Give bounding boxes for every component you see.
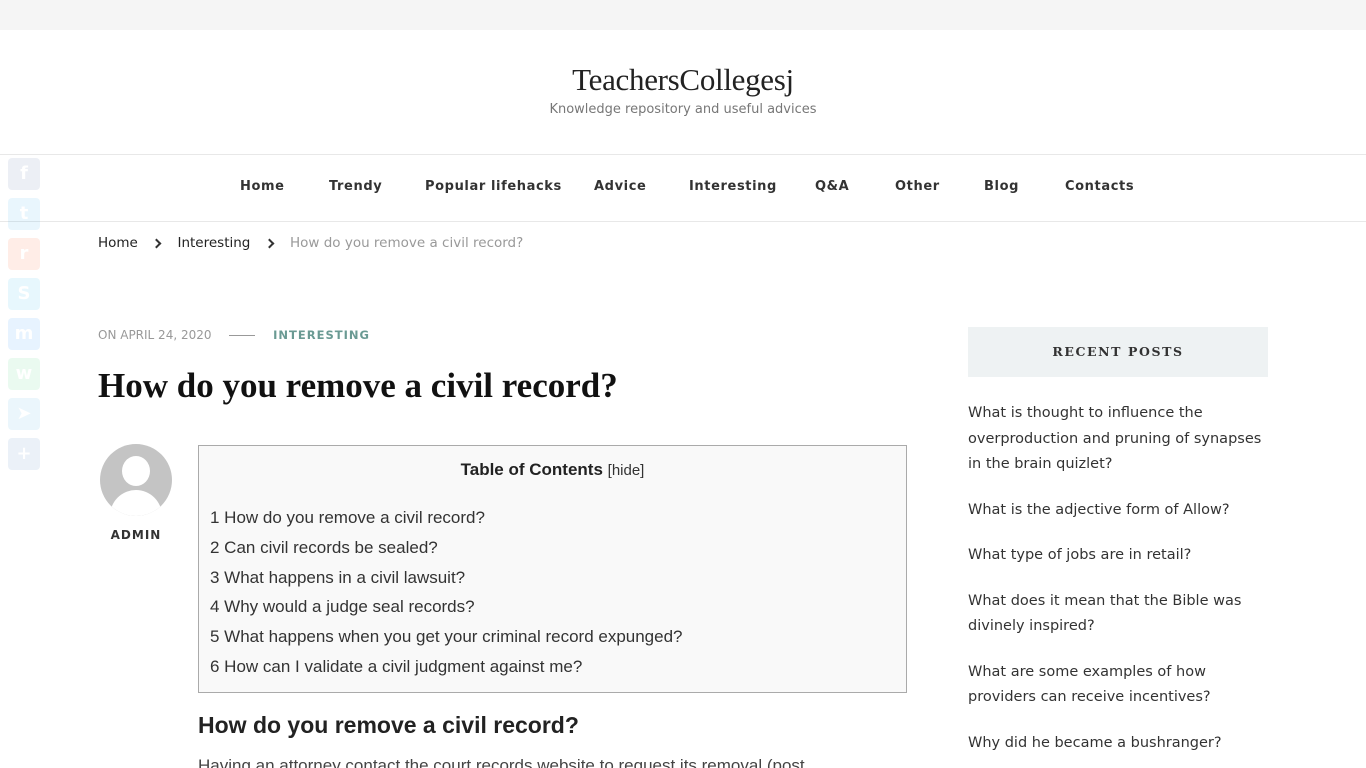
recent-post-link[interactable]: Why did he became a bushranger? — [968, 731, 1273, 757]
site-tagline: Knowledge repository and useful advices — [549, 102, 817, 117]
toc-item[interactable]: 4 Why would a judge seal records? — [210, 595, 683, 625]
toc-item[interactable]: 5 What happens when you get your crimina… — [210, 625, 683, 655]
author-name[interactable]: ADMIN — [98, 528, 174, 542]
recent-post-link[interactable]: What does it mean that the Bible was div… — [968, 589, 1273, 640]
nav-item-home[interactable]: Home — [240, 179, 285, 194]
toc-item[interactable]: 2 Can civil records be sealed? — [210, 536, 683, 566]
nav-item-popular-lifehacks[interactable]: Popular lifehacks — [425, 179, 562, 194]
meta-divider — [229, 335, 256, 336]
top-bar — [0, 0, 1366, 30]
chevron-right-icon — [151, 238, 162, 248]
whatsapp-icon[interactable]: w — [8, 358, 40, 390]
avatar[interactable] — [100, 444, 172, 516]
post-date: ON APRIL 24, 2020 — [98, 328, 212, 342]
breadcrumb-home[interactable]: Home — [98, 235, 138, 251]
nav-item-contacts[interactable]: Contacts — [1065, 179, 1134, 194]
toc-title: Table of Contents — [460, 460, 603, 479]
toc-list: 1 How do you remove a civil record? 2 Ca… — [210, 506, 683, 685]
post-title: How do you remove a civil record? — [98, 366, 618, 405]
author-box: ADMIN — [98, 444, 174, 542]
section-heading: How do you remove a civil record? — [198, 712, 579, 738]
recent-posts-list: What is thought to influence the overpro… — [968, 401, 1273, 768]
post-category[interactable]: INTERESTING — [273, 328, 370, 342]
nav-item-qa[interactable]: Q&A — [815, 179, 849, 194]
nav-item-advice[interactable]: Advice — [594, 179, 646, 194]
nav-item-blog[interactable]: Blog — [984, 179, 1019, 194]
chevron-right-icon — [264, 238, 275, 248]
nav-item-interesting[interactable]: Interesting — [689, 179, 777, 194]
social-share-bar: f t r Sm w ➤ + — [8, 158, 40, 478]
skype-icon[interactable]: S — [8, 278, 40, 310]
recent-post-link[interactable]: What is thought to influence the overpro… — [968, 401, 1273, 478]
avatar-body-shape — [110, 490, 162, 516]
recent-post-link[interactable]: What type of jobs are in retail? — [968, 543, 1273, 569]
recent-post-link[interactable]: What is the adjective form of Allow? — [968, 498, 1273, 524]
breadcrumb: Home Interesting How do you remove a civ… — [98, 235, 523, 251]
site-title[interactable]: TeachersCollegesj — [0, 62, 1366, 98]
post-body-text: Having an attorney contact the court rec… — [198, 756, 805, 768]
twitter-icon[interactable]: t — [8, 198, 40, 230]
post-meta: ON APRIL 24, 2020 INTERESTING — [98, 328, 370, 342]
toc-hide-toggle[interactable]: [hide] — [608, 462, 645, 479]
main-nav: Home Trendy Popular lifehacks Advice Int… — [0, 154, 1366, 222]
nav-item-trendy[interactable]: Trendy — [329, 179, 382, 194]
toc-item[interactable]: 3 What happens in a civil lawsuit? — [210, 566, 683, 596]
avatar-head-shape — [122, 456, 150, 486]
telegram-icon[interactable]: ➤ — [8, 398, 40, 430]
toc-item[interactable]: 1 How do you remove a civil record? — [210, 506, 683, 536]
breadcrumb-category[interactable]: Interesting — [177, 235, 250, 251]
site-header: TeachersCollegesj Knowledge repository a… — [0, 30, 1366, 154]
toc-item[interactable]: 6 How can I validate a civil judgment ag… — [210, 655, 683, 685]
toc-header: Table of Contents [hide] — [199, 460, 906, 480]
nav-item-other[interactable]: Other — [895, 179, 940, 194]
reddit-icon[interactable]: r — [8, 238, 40, 270]
breadcrumb-current: How do you remove a civil record? — [289, 235, 524, 251]
recent-post-link[interactable]: What are some examples of how providers … — [968, 660, 1273, 711]
recent-posts-title: RECENT POSTS — [968, 327, 1268, 377]
table-of-contents: Table of Contents [hide] 1 How do you re… — [198, 445, 907, 693]
facebook-icon[interactable]: f — [8, 158, 40, 190]
share-plus-icon[interactable]: + — [8, 438, 40, 470]
messenger-icon[interactable]: m — [8, 318, 40, 350]
